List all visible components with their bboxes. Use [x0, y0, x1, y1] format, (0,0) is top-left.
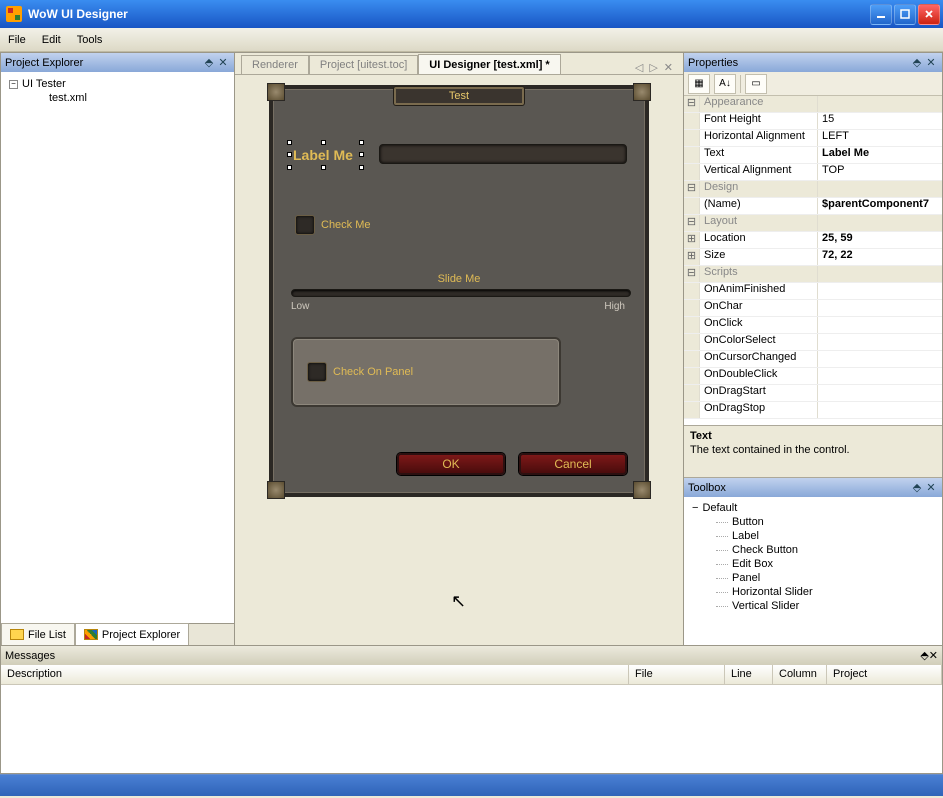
messages-panel: Messages ⬘ ✕ Description File Line Colum… — [0, 646, 943, 774]
tab-file-list[interactable]: File List — [1, 623, 75, 645]
pin-icon[interactable]: ⬘ — [910, 481, 924, 495]
toolbox-title: Toolbox — [688, 482, 910, 494]
project-explorer-title: Project Explorer — [5, 57, 202, 69]
project-explorer-header: Project Explorer ⬘ ✕ — [1, 53, 234, 72]
cancel-button[interactable]: Cancel — [519, 453, 627, 475]
toolbox-header: Toolbox ⬘ ✕ — [684, 478, 942, 497]
tab-prev-icon[interactable]: ◁ — [635, 61, 643, 74]
tree-expander-icon[interactable]: − — [9, 80, 18, 89]
right-panel: Properties ⬘ ✕ ▦ A↓ ▭ ⊟Appearance Font H… — [683, 52, 943, 646]
pin-icon[interactable]: ⬘ — [910, 56, 924, 70]
col-project[interactable]: Project — [827, 665, 942, 684]
toolbox-item[interactable]: Check Button — [732, 543, 934, 557]
ok-button[interactable]: OK — [397, 453, 505, 475]
property-grid[interactable]: ⊟Appearance Font Height15 Horizontal Ali… — [684, 96, 942, 426]
categorized-button[interactable]: ▦ — [688, 74, 710, 94]
pin-icon[interactable]: ⬘ — [920, 649, 928, 662]
tab-renderer[interactable]: Renderer — [241, 55, 309, 74]
properties-header: Properties ⬘ ✕ — [684, 53, 942, 72]
cursor-icon: ↖ — [451, 591, 466, 612]
checkbox-icon — [295, 215, 315, 235]
col-column[interactable]: Column — [773, 665, 827, 684]
project-explorer-tabs: File List Project Explorer — [1, 623, 234, 645]
col-description[interactable]: Description — [1, 665, 629, 684]
design-surface[interactable]: Test Label Me Check Me Slide Me Lo — [235, 75, 683, 645]
tab-designer[interactable]: UI Designer [test.xml] * — [418, 54, 560, 74]
toolbox-group[interactable]: Default — [702, 502, 737, 514]
close-icon[interactable]: ✕ — [924, 56, 938, 70]
col-line[interactable]: Line — [725, 665, 773, 684]
col-file[interactable]: File — [629, 665, 725, 684]
toolbox-item[interactable]: Button — [732, 515, 934, 529]
status-bar — [0, 774, 943, 796]
toolbox-item[interactable]: Label — [732, 529, 934, 543]
close-icon[interactable]: ✕ — [929, 649, 938, 662]
toolbox-panel: Toolbox ⬘ ✕ − Default Button Label Check… — [684, 478, 942, 645]
menu-tools[interactable]: Tools — [77, 34, 103, 46]
designer-panel: Renderer Project [uitest.toc] UI Designe… — [235, 52, 683, 646]
property-description: Text The text contained in the control. — [684, 426, 942, 478]
tab-project-explorer[interactable]: Project Explorer — [75, 623, 189, 645]
close-icon[interactable]: ✕ — [216, 56, 230, 70]
properties-toolbar: ▦ A↓ ▭ — [684, 72, 942, 96]
messages-body[interactable] — [1, 685, 942, 773]
messages-columns[interactable]: Description File Line Column Project — [1, 665, 942, 685]
tab-project[interactable]: Project [uitest.toc] — [309, 55, 418, 74]
checkbox-icon — [307, 362, 327, 382]
design-panel-checkbox[interactable]: Check On Panel — [307, 362, 413, 382]
title-bar: WoW UI Designer — [0, 0, 943, 28]
slider-high: High — [604, 301, 625, 312]
properties-title: Properties — [688, 57, 910, 69]
design-label[interactable]: Label Me — [293, 147, 353, 163]
tree-root[interactable]: UI Tester — [22, 78, 66, 90]
messages-header: Messages ⬘ ✕ — [1, 646, 942, 665]
frame-title[interactable]: Test — [394, 87, 524, 105]
alphabetical-button[interactable]: A↓ — [714, 74, 736, 94]
design-checkbox[interactable]: Check Me — [295, 215, 371, 235]
slider-low: Low — [291, 301, 309, 312]
toolbox-item[interactable]: Edit Box — [732, 557, 934, 571]
tree-item-file[interactable]: test.xml — [49, 92, 226, 104]
toolbox-item[interactable]: Horizontal Slider — [732, 585, 934, 599]
property-pages-button[interactable]: ▭ — [745, 74, 767, 94]
menu-edit[interactable]: Edit — [42, 34, 61, 46]
slider-label: Slide Me — [273, 273, 645, 285]
close-button[interactable] — [918, 4, 940, 25]
pin-icon[interactable]: ⬘ — [202, 56, 216, 70]
wow-frame[interactable]: Test Label Me Check Me Slide Me Lo — [269, 85, 649, 497]
tree-expander-icon[interactable]: − — [692, 502, 698, 514]
project-explorer-panel: Project Explorer ⬘ ✕ − UI Tester test.xm… — [0, 52, 235, 646]
tab-next-icon[interactable]: ▷ — [649, 61, 657, 74]
menu-file[interactable]: File — [8, 34, 26, 46]
app-icon — [6, 6, 22, 22]
design-panel[interactable]: Check On Panel — [291, 337, 561, 407]
maximize-button[interactable] — [894, 4, 916, 25]
toolbox-item[interactable]: Panel — [732, 571, 934, 585]
design-editbox[interactable] — [379, 144, 627, 164]
app-title: WoW UI Designer — [28, 7, 870, 21]
design-slider[interactable] — [291, 289, 631, 297]
close-icon[interactable]: ✕ — [924, 481, 938, 495]
document-tabs: Renderer Project [uitest.toc] UI Designe… — [235, 53, 683, 75]
project-tree[interactable]: − UI Tester test.xml — [1, 72, 234, 623]
toolbox-item[interactable]: Vertical Slider — [732, 599, 934, 613]
toolbox-tree[interactable]: − Default Button Label Check Button Edit… — [684, 497, 942, 645]
messages-title: Messages — [5, 650, 920, 662]
minimize-button[interactable] — [870, 4, 892, 25]
tab-close-icon[interactable]: ✕ — [664, 61, 673, 74]
menu-bar: File Edit Tools — [0, 28, 943, 52]
